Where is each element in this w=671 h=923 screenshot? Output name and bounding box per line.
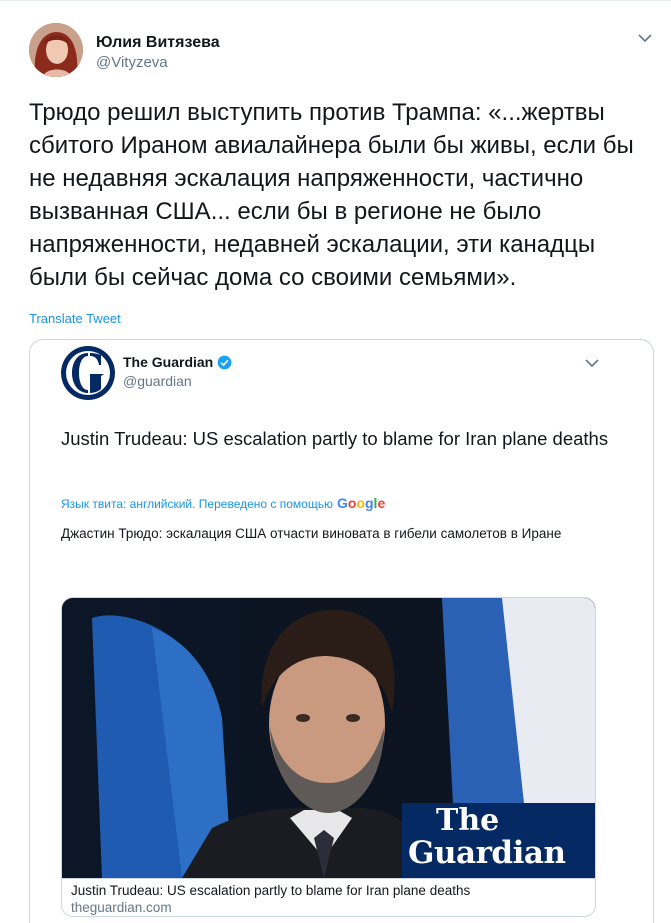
link-preview-image[interactable]: The Guardian — [62, 598, 595, 878]
guardian-wordmark: The Guardian — [402, 803, 595, 878]
guardian-wordmark-guardian: Guardian — [408, 835, 566, 871]
translation-note: Язык твита: английский. Переведено с пом… — [61, 495, 385, 511]
link-preview-card[interactable]: The Guardian Justin Trudeau: US escalati… — [61, 597, 596, 917]
translation-note-text: Язык твита: английский. Переведено с пом… — [61, 497, 333, 511]
user-avatar[interactable] — [29, 23, 83, 77]
link-preview-caption[interactable]: Justin Trudeau: US escalation partly to … — [62, 878, 595, 916]
quoted-user-name[interactable]: The Guardian — [123, 354, 232, 370]
link-preview-domain: theguardian.com — [71, 900, 172, 915]
user-name[interactable]: Юлия Витязева — [96, 34, 220, 52]
caret-down-icon[interactable] — [636, 31, 654, 45]
user-handle[interactable]: @Vityzeva — [96, 54, 168, 71]
quoted-tweet-text: Justin Trudeau: US escalation partly to … — [61, 428, 609, 449]
guardian-avatar[interactable] — [61, 346, 115, 400]
quoted-tweet-card[interactable]: The Guardian @guardian Justin Trudeau: U… — [29, 339, 654, 923]
quoted-user-handle[interactable]: @guardian — [123, 373, 192, 389]
avatar-image — [29, 23, 83, 77]
quoted-user-name-label: The Guardian — [123, 354, 214, 370]
link-preview-title: Justin Trudeau: US escalation partly to … — [71, 883, 471, 898]
caret-down-icon[interactable] — [583, 356, 601, 370]
translated-text: Джастин Трюдо: эскалация США отчасти вин… — [61, 526, 562, 541]
verified-badge-icon — [217, 355, 232, 370]
tweet: Юлия Витязева @Vityzeva Трюдо решил выст… — [0, 0, 671, 923]
guardian-g-logo — [61, 346, 115, 400]
google-logo: Google — [336, 495, 386, 511]
translate-tweet-link[interactable]: Translate Tweet — [29, 311, 121, 326]
tweet-text: Трюдо решил выступить против Трампа: «..… — [29, 99, 634, 291]
